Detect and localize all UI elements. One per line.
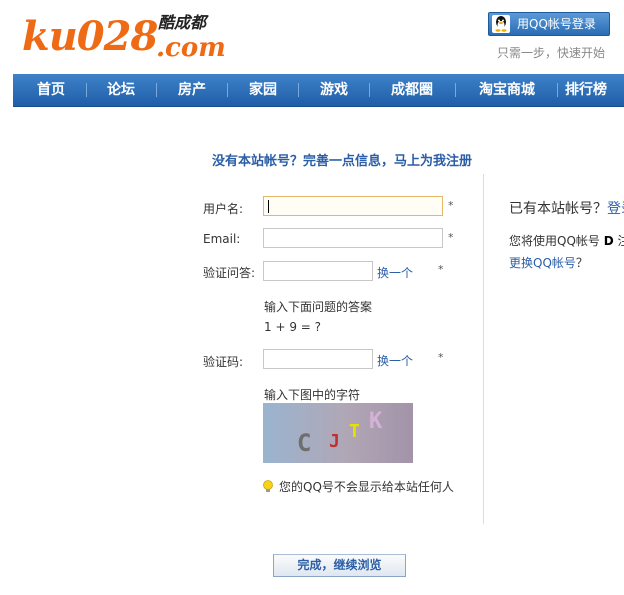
required-mark: * (448, 231, 454, 244)
email-label: Email: (203, 232, 241, 246)
captcha-input[interactable] (263, 349, 373, 369)
qq-login-tip: 只需一步，快速开始 (497, 46, 606, 60)
captcha-char: T (349, 421, 360, 442)
switch-qq-link[interactable]: 更换QQ帐号 (509, 256, 576, 270)
captcha-hint: 输入下图中的字符 (264, 388, 361, 402)
captcha-label: 验证码: (203, 355, 244, 369)
has-account-prompt: 已有本站帐号？登录 (509, 198, 624, 218)
nav-separator (227, 83, 228, 97)
required-mark: * (438, 263, 444, 276)
qq-penguin-icon (492, 15, 510, 33)
qq-login-label: 用QQ帐号登录 (517, 17, 596, 31)
captcha-image[interactable]: C J T K (263, 403, 413, 463)
captcha-char: K (369, 409, 383, 434)
nav-separator (455, 83, 456, 97)
question-change-link[interactable]: 换一个 (377, 264, 413, 281)
captcha-change-link[interactable]: 换一个 (377, 352, 413, 369)
will-use-suffix: 注 (617, 234, 624, 248)
submit-button[interactable]: 完成，继续浏览 (273, 554, 406, 577)
nav-item-games[interactable]: 游戏 (306, 74, 362, 106)
nav-item-property[interactable]: 房产 (164, 74, 220, 106)
main-nav: 首页 论坛 房产 家园 游戏 成都圈 淘宝商城 排行榜 (13, 74, 624, 107)
nav-separator (298, 83, 299, 97)
nav-item-home[interactable]: 首页 (23, 74, 79, 106)
logo-main-text: ku028 (22, 13, 158, 60)
text-caret (268, 200, 269, 213)
username-label: 用户名: (203, 202, 244, 216)
qq-login-button[interactable]: 用QQ帐号登录 (488, 12, 610, 36)
nav-separator (156, 83, 157, 97)
switch-qq-row: 更换QQ帐号？ (509, 254, 588, 271)
vertical-divider (483, 174, 484, 524)
captcha-char: C (297, 429, 312, 457)
lightbulb-icon (263, 480, 273, 492)
question-text: 1 + 9 = ? (264, 320, 322, 334)
username-input[interactable] (263, 196, 443, 216)
will-use-prefix: 您将使用QQ帐号 (509, 234, 600, 248)
nav-item-home-garden[interactable]: 家园 (235, 74, 291, 106)
nav-separator (86, 83, 87, 97)
nav-item-chengdu-circle[interactable]: 成都圈 (377, 74, 447, 106)
will-use-qq-text: 您将使用QQ帐号 D 注 (509, 232, 624, 249)
logo-cn-text: 酷成都 (158, 13, 207, 32)
email-input[interactable] (263, 228, 443, 248)
nav-separator (557, 83, 558, 97)
has-account-text: 已有本站帐号？ (509, 201, 607, 217)
question-hint: 输入下面问题的答案 (264, 300, 373, 314)
required-mark: * (438, 351, 444, 364)
logo-domain-text: .com (156, 33, 226, 63)
required-mark: * (448, 199, 454, 212)
page: ku028 酷成都 .com 用QQ帐号登录 只需一步，快速开始 首页 论坛 房… (0, 0, 624, 595)
login-link[interactable]: 登录 (607, 201, 624, 217)
nav-item-taobao-mall[interactable]: 淘宝商城 (465, 74, 549, 106)
question-answer-input[interactable] (263, 261, 373, 281)
captcha-char: J (329, 431, 340, 452)
nav-separator (369, 83, 370, 97)
nav-item-forum[interactable]: 论坛 (93, 74, 149, 106)
register-headline: 没有本站帐号？完善一点信息，马上为我注册 (212, 154, 473, 169)
privacy-note-text: 您的QQ号不会显示给本站任何人 (279, 480, 454, 494)
nav-item-rankings[interactable]: 排行榜 (565, 74, 624, 106)
qq-account-name: D (603, 234, 614, 248)
question-label: 验证问答: (203, 266, 256, 280)
switch-qq-suffix: ？ (575, 256, 588, 270)
